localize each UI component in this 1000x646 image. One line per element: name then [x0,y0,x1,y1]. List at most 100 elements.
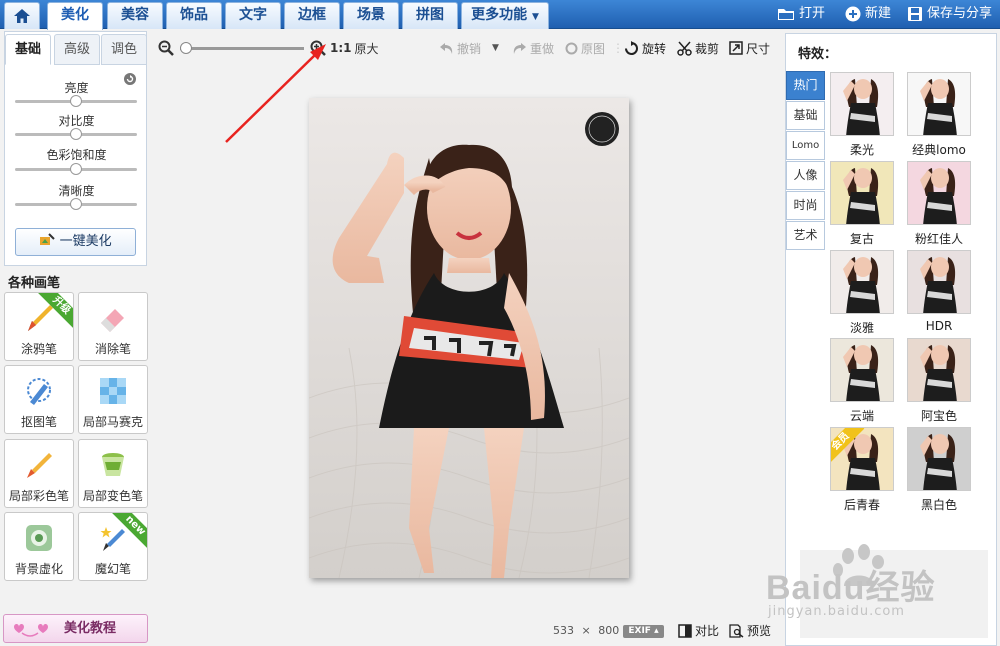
effect-tab-portrait[interactable]: 人像 [786,161,825,190]
graffiti-brush-label: 涂鸦笔 [20,342,57,356]
tab-accessories[interactable]: 饰品 [166,2,222,29]
effect-tab-lomo[interactable]: Lomo [786,131,825,160]
home-button[interactable] [4,2,40,29]
sharpness-knob[interactable] [70,198,82,210]
cutout-brush-label: 抠图笔 [20,415,57,429]
save-share-button[interactable]: 保存与分享 [907,4,992,24]
subtab-advanced[interactable]: 高级 [54,34,100,65]
exif-button[interactable]: EXIF ▴ [623,625,664,638]
cutout-pen-icon [27,378,51,405]
effect-item[interactable]: 云端 [829,338,895,424]
brightness-slider[interactable] [15,95,137,107]
effect-item[interactable]: 粉红佳人 [906,161,972,247]
zoom-out-icon[interactable] [158,40,174,56]
one-key-beautify-label: 一键美化 [59,234,112,249]
effect-item[interactable]: 柔光 [829,72,895,158]
brightness-label: 亮度 [64,81,89,95]
effect-preview-figure [920,345,957,401]
effect-item[interactable]: 复古 [829,161,895,247]
tutorial-button[interactable]: 美化教程 [3,614,148,643]
photo-canvas[interactable] [309,98,629,578]
magic-wand-icon [40,233,56,245]
effect-item[interactable]: 黑白色 [906,427,972,513]
effect-item[interactable]: 淡雅 [829,250,895,336]
effect-thumbnail [907,161,971,225]
new-button[interactable]: 新建 [845,4,891,24]
effect-label: 阿宝色 [920,409,957,423]
mosaic-brush-button[interactable]: 局部马赛克 [78,365,148,434]
eraser-brush-button[interactable]: 消除笔 [78,292,148,361]
effect-item[interactable]: HDR [906,250,972,333]
preview-label: 预览 [747,624,772,638]
rotate-label: 旋转 [642,41,667,56]
local-color-brush-button[interactable]: 局部彩色笔 [4,439,74,508]
image-dimensions: 533 × 800 [553,624,619,637]
contrast-label: 对比度 [58,114,95,128]
compare-button[interactable]: 对比 [678,622,719,639]
effect-label: 黑白色 [920,498,957,512]
saturation-knob[interactable] [70,163,82,175]
adjust-panel: 基础 高级 调色 亮度 对比度 色彩饱和度 清晰度 一键美化 [4,31,147,266]
tab-text[interactable]: 文字 [225,2,281,29]
local-recolor-brush-button[interactable]: 局部变色笔 [78,439,148,508]
zoom-slider-knob[interactable] [180,41,192,54]
contrast-slider[interactable] [15,128,137,140]
resize-button[interactable]: 尺寸 [729,38,770,58]
effect-thumbnail [830,338,894,402]
sharpness-slider[interactable] [15,198,137,210]
effect-tab-art[interactable]: 艺术 [786,221,825,250]
tab-skin[interactable]: 美容 [107,2,163,29]
color-brush-icon [27,453,52,478]
cutout-brush-button[interactable]: 抠图笔 [4,365,74,434]
subtab-color[interactable]: 调色 [101,34,147,65]
effect-item[interactable]: 经典lomo [906,72,972,158]
mosaic-icon [100,378,126,404]
local-recolor-brush-label: 局部变色笔 [82,489,143,503]
tutorial-label: 美化教程 [64,621,117,636]
rotate-button[interactable]: 旋转 [624,38,666,58]
effect-label: HDR [925,319,953,333]
effect-item[interactable]: 阿宝色 [906,338,972,424]
tab-scene[interactable]: 场景 [343,2,399,29]
redo-icon [513,42,526,54]
times-sign: × [581,624,591,637]
effect-item[interactable]: 会员 后青春 [829,427,895,513]
local-color-brush-label: 局部彩色笔 [8,489,69,503]
brush-section-title: 各种画笔 [8,276,61,291]
background-blur-label: 背景虚化 [14,562,63,576]
sharpness-label: 清晰度 [58,184,95,198]
baidu-url: jingyan.baidu.com [768,604,905,619]
tab-beautify[interactable]: 美化 [47,2,103,30]
image-width: 533 [553,624,574,637]
tab-collage[interactable]: 拼图 [402,2,458,29]
contrast-knob[interactable] [70,128,82,140]
graffiti-brush-button[interactable]: 涂鸦笔 升级 [4,292,74,361]
crop-button[interactable]: 裁剪 [677,38,719,58]
undo-button[interactable]: 撤销 ▼ [439,38,499,58]
effect-tab-hot[interactable]: 热门 [786,71,825,100]
tab-border[interactable]: 边框 [284,2,340,29]
blur-icon [26,525,52,551]
one-key-beautify-button[interactable]: 一键美化 [15,228,136,256]
open-button[interactable]: 打开 [777,4,825,24]
effect-tab-fashion[interactable]: 时尚 [786,191,825,220]
saturation-slider[interactable] [15,163,137,175]
effect-preview-figure [920,168,957,224]
original-image-button[interactable]: 原图 [565,38,605,58]
actual-size-button[interactable]: 1:1 原大 [330,38,379,58]
portrait-photo [309,98,629,578]
undo-dropdown-icon[interactable]: ▼ [492,43,499,53]
magic-brush-button[interactable]: 魔幻笔 new [78,512,148,581]
baidu-brand: Baidu经验 [766,569,936,607]
brightness-knob[interactable] [70,95,82,107]
ratio-label: 1:1 [330,41,352,55]
effect-preview-figure [920,434,957,490]
subtab-basic[interactable]: 基础 [5,34,51,65]
home-icon [14,9,30,23]
effect-tab-basic[interactable]: 基础 [786,101,825,130]
more-features-button[interactable]: 更多功能 ▼ [461,2,549,29]
redo-button[interactable]: 重做 [512,38,554,58]
hearts-icon [14,624,48,637]
preview-button[interactable]: 预览 [729,622,771,639]
background-blur-button[interactable]: 背景虚化 [4,512,74,581]
